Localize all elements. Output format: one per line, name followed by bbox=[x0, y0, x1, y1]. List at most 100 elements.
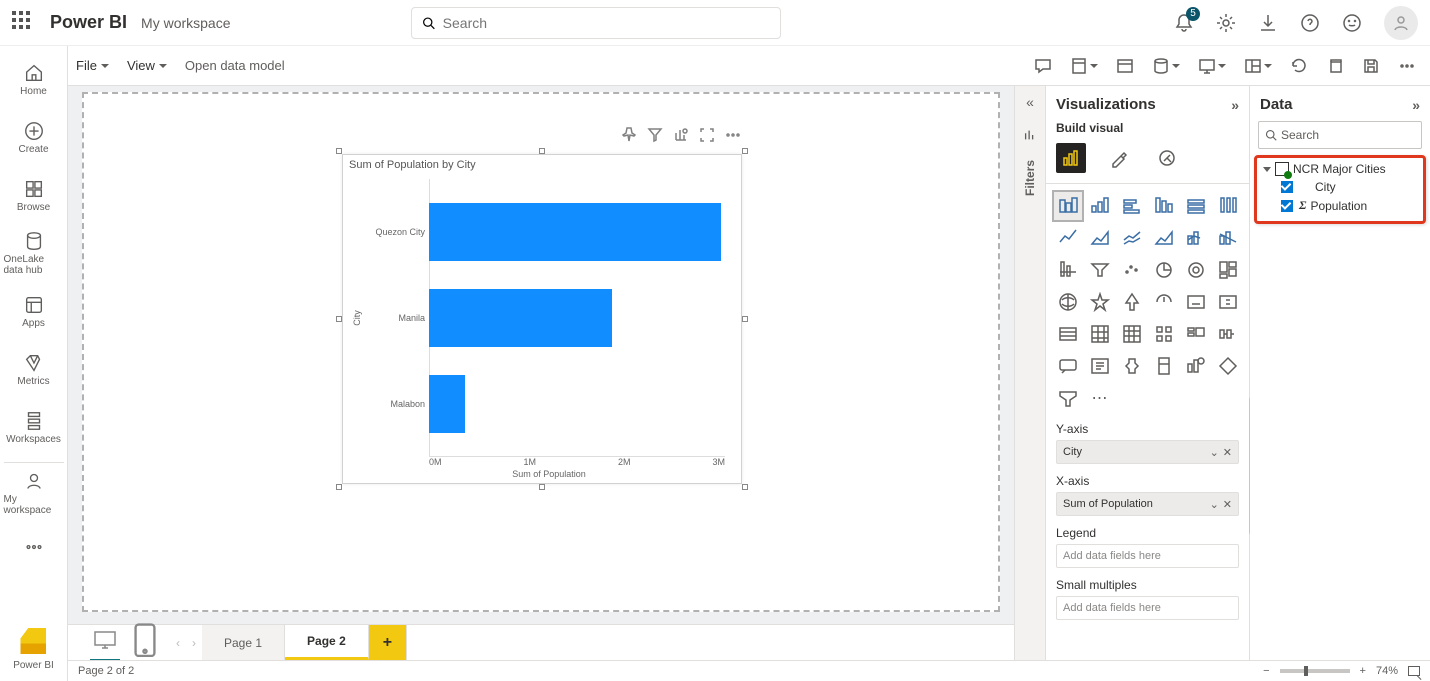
checkbox-icon[interactable] bbox=[1281, 181, 1293, 193]
viz-type-option[interactable] bbox=[1182, 288, 1210, 316]
viz-type-option[interactable] bbox=[1150, 192, 1178, 220]
data-search[interactable]: Search bbox=[1258, 121, 1422, 149]
viz-type-option[interactable] bbox=[1054, 288, 1082, 316]
myworkspace-nav[interactable]: My workspace bbox=[4, 462, 64, 516]
filter-icon[interactable] bbox=[647, 127, 663, 143]
desktop-view-toggle[interactable] bbox=[94, 631, 116, 654]
chevron-down-icon[interactable]: ⌄ bbox=[1210, 446, 1219, 459]
create-nav[interactable]: Create bbox=[4, 110, 64, 164]
chevron-down-icon[interactable] bbox=[1218, 64, 1226, 68]
fit-to-page[interactable] bbox=[1408, 666, 1420, 676]
browse-nav[interactable]: Browse bbox=[4, 168, 64, 222]
viz-type-option[interactable] bbox=[1150, 256, 1178, 284]
app-launcher[interactable] bbox=[12, 11, 36, 35]
present-icon[interactable] bbox=[1198, 57, 1216, 75]
viz-type-option[interactable] bbox=[1054, 256, 1082, 284]
download-button[interactable] bbox=[1258, 13, 1278, 33]
add-page-button[interactable]: + bbox=[369, 625, 407, 660]
filters-pane-collapsed[interactable]: « Filters bbox=[1014, 86, 1046, 660]
analytics-tab[interactable] bbox=[1152, 143, 1182, 173]
global-search[interactable] bbox=[411, 7, 781, 39]
bar[interactable] bbox=[429, 203, 721, 261]
viz-type-option[interactable] bbox=[1182, 256, 1210, 284]
expand-filters[interactable]: « bbox=[1026, 94, 1034, 110]
viz-type-option[interactable] bbox=[1054, 320, 1082, 348]
viz-type-option[interactable] bbox=[1118, 352, 1146, 380]
viz-type-option[interactable] bbox=[1054, 352, 1082, 380]
page-tab-1[interactable]: Page 1 bbox=[202, 625, 285, 660]
viz-type-option[interactable] bbox=[1150, 224, 1178, 252]
viz-type-option[interactable] bbox=[1118, 320, 1146, 348]
home-nav[interactable]: Home bbox=[4, 52, 64, 106]
viz-type-option[interactable] bbox=[1086, 192, 1114, 220]
viz-type-option[interactable] bbox=[1054, 224, 1082, 252]
remove-field[interactable]: ✕ bbox=[1223, 498, 1232, 511]
chevron-down-icon[interactable]: ⌄ bbox=[1210, 498, 1219, 511]
focus-icon[interactable] bbox=[699, 127, 715, 143]
format-visual-tab[interactable] bbox=[1104, 143, 1134, 173]
viz-type-option[interactable] bbox=[1214, 224, 1242, 252]
onelake-nav[interactable]: OneLake data hub bbox=[4, 226, 64, 280]
duplicate-icon[interactable] bbox=[1326, 57, 1344, 75]
viz-type-option[interactable] bbox=[1182, 352, 1210, 380]
viz-type-option[interactable] bbox=[1150, 352, 1178, 380]
viz-type-option[interactable] bbox=[1214, 352, 1242, 380]
viz-type-option[interactable] bbox=[1086, 256, 1114, 284]
checkbox-icon[interactable] bbox=[1281, 200, 1293, 212]
file-menu[interactable]: File bbox=[76, 58, 109, 73]
field-city[interactable]: City bbox=[1259, 178, 1421, 196]
report-canvas[interactable]: Sum of Population by City City Quezon Ci… bbox=[82, 92, 1000, 612]
comment-icon[interactable] bbox=[1034, 57, 1052, 75]
viz-type-option[interactable] bbox=[1214, 288, 1242, 316]
build-visual-tab[interactable] bbox=[1056, 143, 1086, 173]
chevron-down-icon[interactable] bbox=[1090, 64, 1098, 68]
viz-type-option[interactable] bbox=[1086, 320, 1114, 348]
viz-type-option[interactable] bbox=[1086, 352, 1114, 380]
viz-type-option[interactable] bbox=[1118, 288, 1146, 316]
dataset-icon[interactable] bbox=[1152, 57, 1170, 75]
remove-field[interactable]: ✕ bbox=[1223, 446, 1232, 459]
zoom-out[interactable]: − bbox=[1263, 665, 1269, 677]
bar[interactable] bbox=[429, 375, 465, 433]
viz-type-option[interactable]: ⋯ bbox=[1086, 384, 1114, 412]
viz-type-option[interactable] bbox=[1086, 288, 1114, 316]
next-page[interactable]: › bbox=[186, 625, 202, 660]
explore-icon[interactable] bbox=[673, 127, 689, 143]
viz-type-option[interactable] bbox=[1214, 320, 1242, 348]
open-data-model[interactable]: Open data model bbox=[185, 58, 285, 73]
layout-icon[interactable] bbox=[1244, 57, 1262, 75]
viz-type-option[interactable] bbox=[1150, 288, 1178, 316]
pin-icon[interactable] bbox=[621, 127, 637, 143]
viz-type-option[interactable] bbox=[1182, 320, 1210, 348]
workspaces-nav[interactable]: Workspaces bbox=[4, 400, 64, 454]
prev-page[interactable]: ‹ bbox=[170, 625, 186, 660]
view-icon[interactable] bbox=[1116, 57, 1134, 75]
viz-type-option[interactable] bbox=[1054, 384, 1082, 412]
more-icon[interactable] bbox=[1398, 57, 1416, 75]
more-icon[interactable] bbox=[725, 127, 741, 143]
chevron-down-icon[interactable] bbox=[1264, 64, 1272, 68]
help-button[interactable] bbox=[1300, 13, 1320, 33]
field-population[interactable]: Σ Population bbox=[1259, 196, 1421, 215]
more-nav[interactable] bbox=[4, 520, 64, 574]
viz-type-option[interactable] bbox=[1118, 192, 1146, 220]
feedback-button[interactable] bbox=[1342, 13, 1362, 33]
bar[interactable] bbox=[429, 289, 612, 347]
viz-type-option[interactable] bbox=[1118, 256, 1146, 284]
metrics-nav[interactable]: Metrics bbox=[4, 342, 64, 396]
global-search-input[interactable] bbox=[443, 15, 770, 31]
view-menu[interactable]: View bbox=[127, 58, 167, 73]
viz-type-option[interactable] bbox=[1182, 192, 1210, 220]
save-icon[interactable] bbox=[1362, 57, 1380, 75]
y-axis-well[interactable]: City⌄✕ bbox=[1056, 440, 1239, 464]
legend-well[interactable]: Add data fields here bbox=[1056, 544, 1239, 568]
x-axis-well[interactable]: Sum of Population⌄✕ bbox=[1056, 492, 1239, 516]
bar-chart-visual[interactable]: Sum of Population by City City Quezon Ci… bbox=[342, 154, 742, 484]
notifications-button[interactable]: 5 bbox=[1174, 13, 1194, 33]
settings-button[interactable] bbox=[1216, 13, 1236, 33]
collapse-viz-pane[interactable]: » bbox=[1231, 97, 1239, 113]
mobile-view-toggle[interactable] bbox=[134, 623, 156, 663]
viz-type-option[interactable] bbox=[1054, 192, 1082, 220]
table-tree-item[interactable]: NCR Major Cities bbox=[1259, 160, 1421, 178]
small-multiples-well[interactable]: Add data fields here bbox=[1056, 596, 1239, 620]
